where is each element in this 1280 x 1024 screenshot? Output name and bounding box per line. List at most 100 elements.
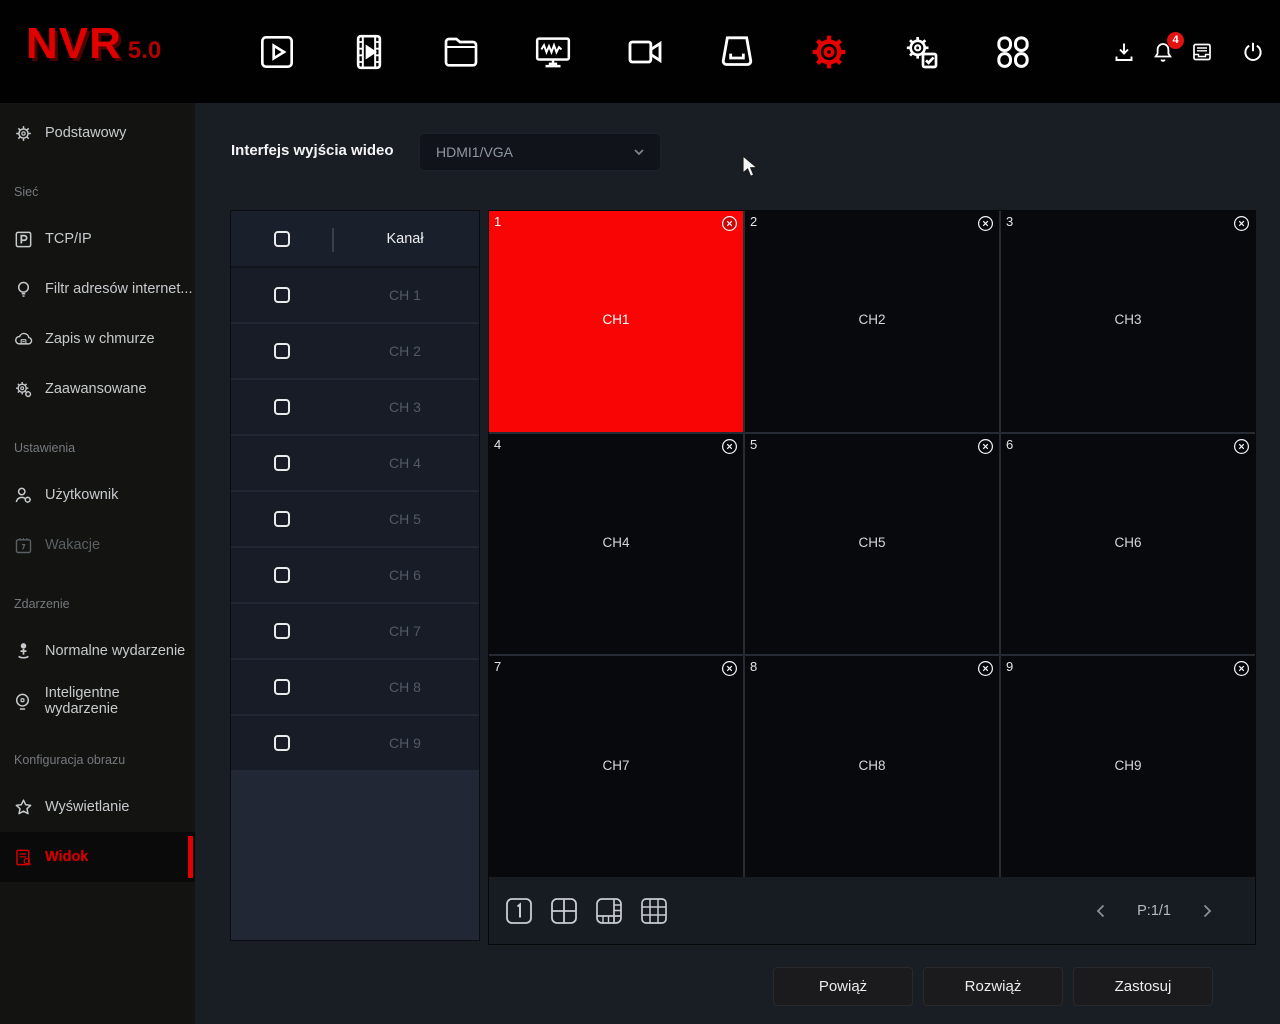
grid-cell[interactable]: 6 CH6 (1001, 433, 1255, 655)
layout-1-icon[interactable] (504, 896, 534, 926)
layout-8-icon[interactable] (594, 896, 624, 926)
row-checkbox[interactable] (274, 679, 290, 695)
topbar-nav (256, 0, 1034, 103)
table-row[interactable]: CH 8 (231, 660, 479, 714)
close-icon[interactable] (977, 438, 994, 455)
channel-grid: 1 CH1 2 CH2 3 CH3 4 CH4 5 CH5 6 CH6 7 CH… (489, 211, 1255, 877)
notification-badge: 4 (1167, 31, 1184, 49)
row-checkbox[interactable] (274, 623, 290, 639)
grid-cell[interactable]: 8 CH8 (745, 656, 999, 877)
unbind-button[interactable]: Rozwiąż (923, 967, 1063, 1006)
close-icon[interactable] (721, 660, 738, 677)
video-output-dropdown[interactable]: HDMI1/VGA (419, 133, 661, 171)
cell-number: 4 (494, 436, 502, 452)
cell-channel-label: CH7 (602, 757, 630, 773)
prev-page-icon[interactable] (1093, 903, 1109, 919)
bind-button[interactable]: Powiąż (773, 967, 913, 1006)
close-icon[interactable] (1233, 215, 1250, 232)
sidebar-item-wakacje[interactable]: Wakacje (0, 520, 195, 570)
sidebar-item-filtr-adresow[interactable]: Filtr adresów internet... (0, 264, 195, 314)
storage-icon[interactable] (716, 31, 758, 73)
grid-cell[interactable]: 7 CH7 (489, 656, 743, 877)
channel-label: CH 5 (389, 511, 421, 527)
sidebar-item-label: Podstawowy (45, 125, 127, 141)
table-row[interactable]: CH 2 (231, 324, 479, 378)
topbar: NVR 5.0 4 (0, 0, 1280, 103)
sidebar-section-ustawienia: Ustawienia (14, 441, 76, 455)
apps-grid-icon[interactable] (992, 31, 1034, 73)
person-event-icon (12, 640, 34, 662)
system-monitor-icon[interactable] (532, 31, 574, 73)
live-view-icon[interactable] (256, 31, 298, 73)
channel-label: CH 7 (389, 623, 421, 639)
page-indicator: P:1/1 (1137, 902, 1171, 919)
table-row[interactable]: CH 1 (231, 268, 479, 322)
table-row[interactable]: CH 4 (231, 436, 479, 490)
table-row[interactable]: CH 5 (231, 492, 479, 546)
next-page-icon[interactable] (1199, 903, 1215, 919)
close-icon[interactable] (721, 215, 738, 232)
sidebar-item-widok[interactable]: Widok (0, 832, 195, 882)
cell-channel-label: CH1 (602, 312, 630, 328)
notification-bell-icon[interactable]: 4 (1150, 31, 1184, 65)
close-icon[interactable] (721, 438, 738, 455)
settings-gear-icon[interactable] (808, 31, 850, 73)
channel-table-header: Kanał (231, 211, 479, 268)
close-icon[interactable] (1233, 438, 1250, 455)
sidebar-item-label: Wyświetlanie (45, 799, 130, 815)
video-output-label: Interfejs wyjścia wideo (231, 142, 394, 159)
row-checkbox[interactable] (274, 287, 290, 303)
sidebar-item-inteligentne-wydarzenie[interactable]: Inteligentne wydarzenie (0, 676, 195, 726)
close-icon[interactable] (977, 660, 994, 677)
sidebar-item-wyswietlanie[interactable]: Wyświetlanie (0, 782, 195, 832)
sidebar-item-label: Inteligentne wydarzenie (44, 685, 120, 717)
download-icon[interactable] (1111, 39, 1137, 65)
nvr-settings-screen: NVR 5.0 4 Podstawowy Sieć TCP/IP Filtr a… (0, 0, 1280, 1024)
table-row[interactable]: CH 6 (231, 548, 479, 602)
row-checkbox[interactable] (274, 455, 290, 471)
channel-label: CH 9 (389, 735, 421, 751)
sidebar-item-label: Normalne wydarzenie (45, 643, 186, 659)
sidebar-item-label: Użytkownik (45, 487, 119, 503)
tcpip-icon (12, 228, 34, 250)
cell-number: 8 (750, 659, 758, 675)
file-manager-icon[interactable] (440, 31, 482, 73)
layout-4-icon[interactable] (549, 896, 579, 926)
sidebar-item-normalne-wydarzenie[interactable]: Normalne wydarzenie (0, 626, 195, 676)
playback-icon[interactable] (348, 31, 390, 73)
apply-button[interactable]: Zastosuj (1073, 967, 1213, 1006)
row-checkbox[interactable] (274, 735, 290, 751)
grid-cell[interactable]: 9 CH9 (1001, 656, 1255, 877)
table-row[interactable]: CH 9 (231, 716, 479, 770)
select-all-checkbox[interactable] (274, 231, 290, 247)
sidebar-item-label: TCP/IP (45, 231, 92, 247)
sidebar-item-tcpip[interactable]: TCP/IP (0, 214, 195, 264)
table-row[interactable]: CH 3 (231, 380, 479, 434)
camera-icon[interactable] (624, 31, 666, 73)
row-checkbox[interactable] (274, 567, 290, 583)
maintenance-icon[interactable] (900, 31, 942, 73)
grid-cell[interactable]: 2 CH2 (745, 211, 999, 432)
sidebar-item-zapis-w-chmurze[interactable]: Zapis w chmurze (0, 314, 195, 364)
close-icon[interactable] (1233, 660, 1250, 677)
row-checkbox[interactable] (274, 399, 290, 415)
power-icon[interactable] (1240, 39, 1266, 65)
sidebar-item-uzytkownik[interactable]: Użytkownik (0, 470, 195, 520)
table-row[interactable]: CH 7 (231, 604, 479, 658)
cell-number: 3 (1006, 214, 1014, 229)
cell-channel-label: CH9 (1114, 757, 1142, 773)
close-icon[interactable] (977, 215, 994, 232)
channel-label: CH 6 (389, 567, 421, 583)
sidebar-item-podstawowy[interactable]: Podstawowy (0, 108, 195, 158)
sidebar-item-zaawansowane[interactable]: Zaawansowane (0, 364, 195, 414)
grid-cell[interactable]: 5 CH5 (745, 433, 999, 655)
grid-cell[interactable]: 1 CH1 (489, 211, 743, 432)
grid-cell[interactable]: 3 CH3 (1001, 211, 1255, 432)
row-checkbox[interactable] (274, 343, 290, 359)
row-checkbox[interactable] (274, 511, 290, 527)
mouse-cursor (742, 155, 759, 178)
layout-9-icon[interactable] (639, 896, 669, 926)
grid-cell[interactable]: 4 CH4 (489, 433, 743, 655)
archive-drawer-icon[interactable] (1189, 39, 1215, 65)
grid-toolbar: P:1/1 (489, 877, 1255, 944)
